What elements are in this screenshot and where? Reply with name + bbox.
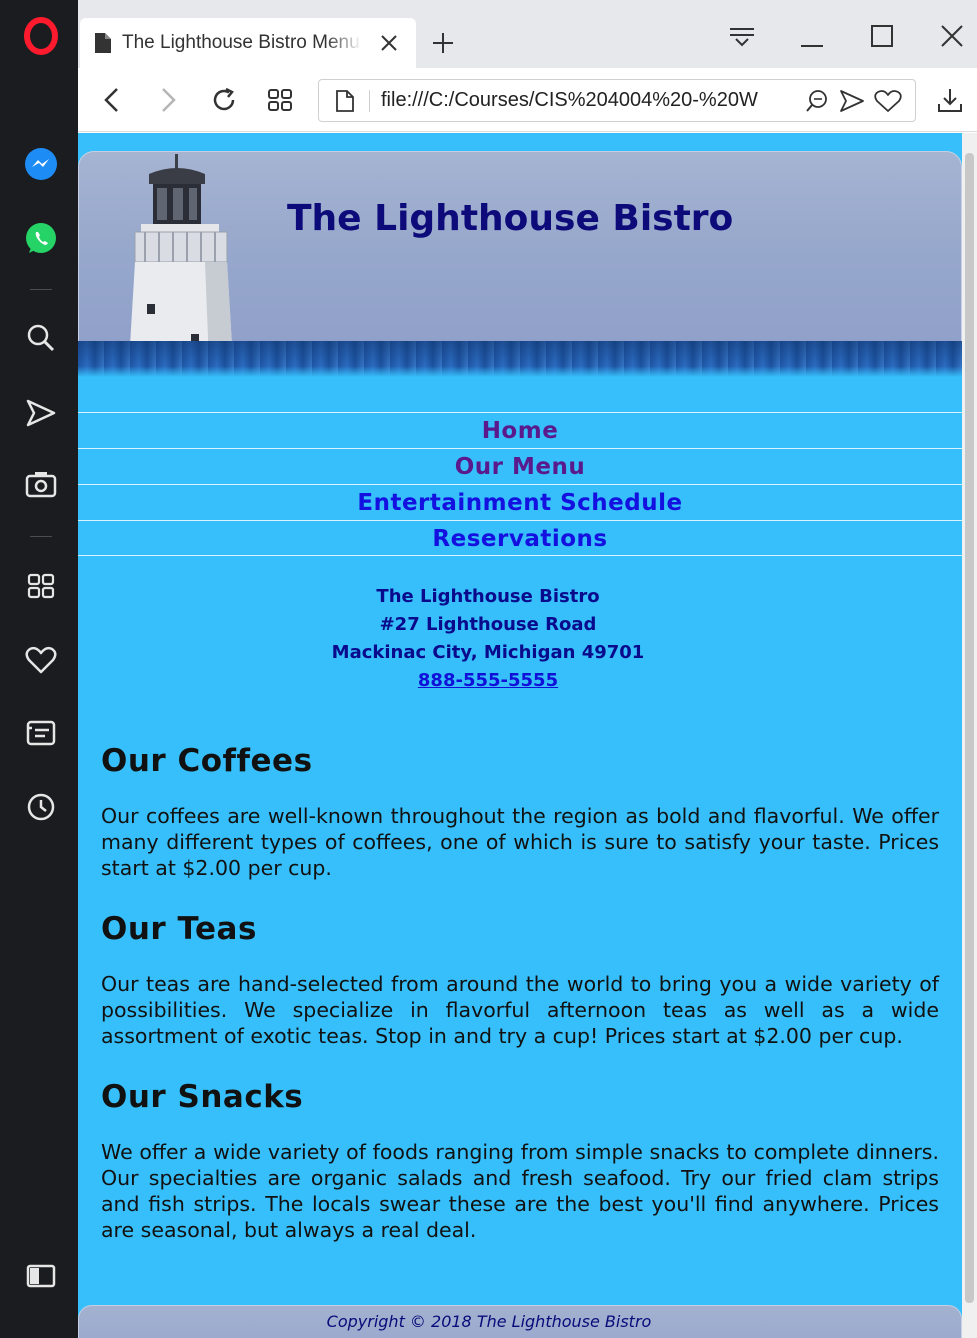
lighthouse-image [129, 154, 233, 360]
nav-link-our-menu[interactable]: Our Menu [78, 448, 962, 484]
section-heading-coffees: Our Coffees [101, 743, 313, 779]
close-tab-icon[interactable] [376, 30, 402, 56]
browser-sidebar [0, 0, 78, 1338]
document-icon [94, 32, 112, 54]
close-window-icon[interactable] [932, 16, 972, 56]
page-viewport: The Lighthouse Bistro Home Our Menu Ente… [78, 133, 977, 1338]
tab-bar: The Lighthouse Bistro Menu [78, 0, 977, 68]
section-heading-teas: Our Teas [101, 911, 257, 947]
opera-logo-icon[interactable] [21, 16, 61, 56]
minimize-icon[interactable] [792, 16, 832, 56]
back-icon[interactable] [92, 80, 132, 120]
section-text-coffees: Our coffees are well-known throughout th… [101, 804, 939, 880]
web-page: The Lighthouse Bistro Home Our Menu Ente… [78, 133, 962, 1338]
bookmark-heart-icon[interactable] [874, 89, 902, 117]
phone-link[interactable]: 888-555-5555 [418, 670, 558, 691]
camera-icon[interactable] [21, 464, 61, 504]
nav-link-entertainment-schedule[interactable]: Entertainment Schedule [78, 484, 962, 520]
messenger-icon[interactable] [21, 144, 61, 184]
download-icon[interactable] [930, 80, 970, 120]
nav-link-home[interactable]: Home [78, 412, 962, 448]
news-icon[interactable] [21, 713, 61, 753]
send-page-icon[interactable] [839, 89, 865, 117]
url-text[interactable]: file:///C:/Courses/CIS%204004%20-%20W [381, 80, 801, 121]
menu-content: Our Coffees Our coffees are well-known t… [101, 743, 939, 1273]
section-text-snacks: We offer a wide variety of foods ranging… [101, 1140, 939, 1242]
main-nav: Home Our Menu Entertainment Schedule Res… [78, 412, 962, 556]
search-icon[interactable] [21, 318, 61, 358]
header-sea-band [78, 341, 962, 377]
address-city: Mackinac City, Michigan 49701 [331, 642, 645, 663]
maximize-icon[interactable] [862, 16, 902, 56]
scrollbar-thumb[interactable] [965, 153, 974, 1303]
heart-icon[interactable] [21, 640, 61, 680]
page-scrollbar[interactable] [962, 133, 977, 1338]
whatsapp-icon[interactable] [21, 219, 61, 259]
address-name: The Lighthouse Bistro [376, 586, 600, 607]
page-icon [335, 89, 355, 117]
nav-link-reservations[interactable]: Reservations [78, 520, 962, 556]
address-street: #27 Lighthouse Road [379, 614, 597, 635]
search-in-page-icon[interactable] [805, 88, 829, 118]
address-bar[interactable]: file:///C:/Courses/CIS%204004%20-%20W [318, 79, 916, 122]
send-icon[interactable] [21, 393, 61, 433]
reload-icon[interactable] [204, 80, 244, 120]
business-address: The Lighthouse Bistro #27 Lighthouse Roa… [78, 583, 898, 695]
site-title: The Lighthouse Bistro [287, 198, 734, 239]
section-heading-snacks: Our Snacks [101, 1079, 304, 1115]
tab-menu-icon[interactable] [722, 16, 762, 56]
speed-dial-button-icon[interactable] [260, 80, 300, 120]
speed-dial-icon[interactable] [21, 566, 61, 606]
sidebar-toggle-icon[interactable] [21, 1256, 61, 1296]
site-footer: Copyright © 2018 The Lighthouse Bistro [78, 1305, 962, 1338]
site-header: The Lighthouse Bistro [78, 151, 962, 361]
forward-icon[interactable] [148, 80, 188, 120]
section-text-teas: Our teas are hand-selected from around t… [101, 972, 939, 1048]
address-toolbar: file:///C:/Courses/CIS%204004%20-%20W [78, 68, 977, 132]
tab-active[interactable]: The Lighthouse Bistro Menu [80, 18, 416, 68]
tab-title: The Lighthouse Bistro Menu [122, 32, 360, 53]
history-icon[interactable] [21, 787, 61, 827]
new-tab-icon[interactable] [428, 28, 458, 58]
copyright-text: Copyright © 2018 The Lighthouse Bistro [326, 1312, 652, 1331]
